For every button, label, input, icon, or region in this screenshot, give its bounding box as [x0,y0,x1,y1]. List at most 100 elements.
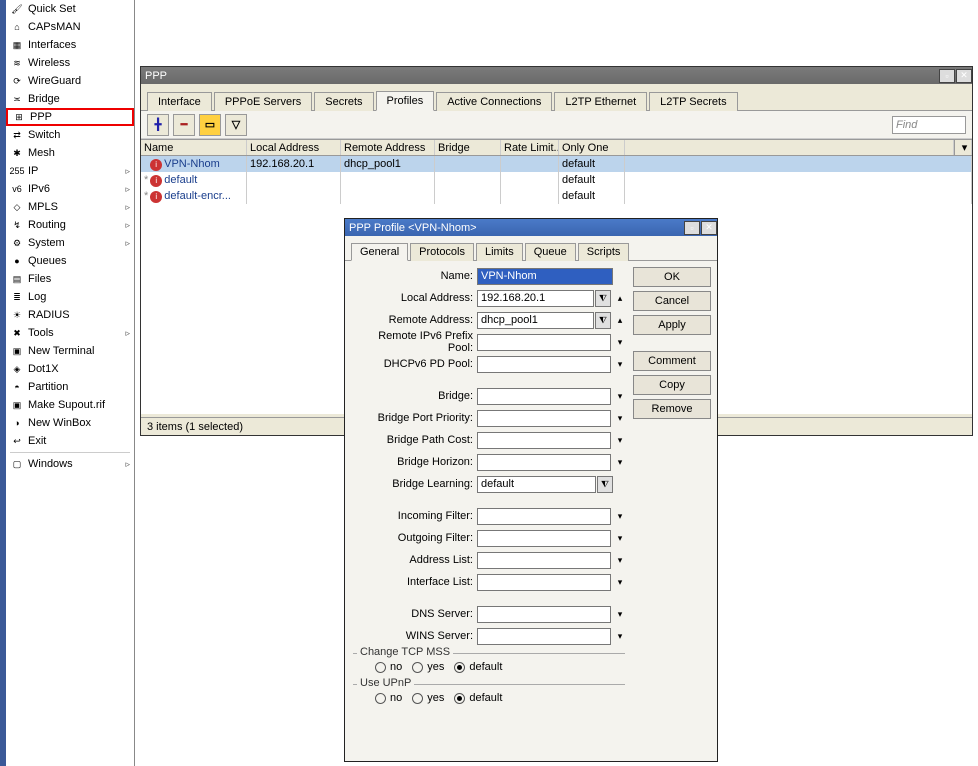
dropdown-icon[interactable]: ⧨ [595,312,611,329]
sidebar-item-quick-set[interactable]: 🖌Quick Set [6,0,134,18]
bridge-input[interactable] [477,388,611,405]
bridge-path-cost-input[interactable] [477,432,611,449]
expand-icon[interactable]: ▾ [613,508,627,525]
dhcpv6-input[interactable] [477,356,611,373]
outgoing-filter-input[interactable] [477,530,611,547]
remove-button[interactable]: Remove [633,399,711,419]
dlg-tab-protocols[interactable]: Protocols [410,243,474,261]
sidebar-item-switch[interactable]: ⇄Switch [6,126,134,144]
expand-icon[interactable]: ▾ [613,552,627,569]
sidebar-item-system[interactable]: ⚙System▹ [6,234,134,252]
close-icon[interactable]: ✕ [956,69,972,83]
expand-icon[interactable]: ▴ [613,290,627,307]
sidebar-item-wireless[interactable]: ≋Wireless [6,54,134,72]
sidebar-item-dot1x[interactable]: ◈Dot1X [6,360,134,378]
sidebar-item-ipv6[interactable]: v6IPv6▹ [6,180,134,198]
table-row[interactable]: iVPN-Nhom192.168.20.1dhcp_pool1default [141,156,972,172]
sidebar-item-ppp[interactable]: ⊞PPP [6,108,134,126]
tab-l2tp-secrets[interactable]: L2TP Secrets [649,92,737,111]
sidebar-item-partition[interactable]: ◓Partition [6,378,134,396]
column-header[interactable]: Local Address [247,140,341,155]
radio-radio_no[interactable] [375,662,386,673]
expand-icon[interactable]: ▾ [613,606,627,623]
comment-button[interactable]: ▭ [199,114,221,136]
bridge-learning-input[interactable]: default [477,476,596,493]
dropdown-icon[interactable]: ⧨ [595,290,611,307]
radio-radio_yes[interactable] [412,662,423,673]
address-list-input[interactable] [477,552,611,569]
expand-icon[interactable]: ▾ [613,388,627,405]
dlg-tab-scripts[interactable]: Scripts [578,243,630,261]
sidebar-item-new-terminal[interactable]: ▣New Terminal [6,342,134,360]
name-input[interactable]: VPN-Nhom [477,268,613,285]
expand-icon[interactable]: ▾ [613,454,627,471]
column-header[interactable]: Name [141,140,247,155]
sidebar-item-exit[interactable]: ↩Exit [6,432,134,450]
filter-button[interactable]: ▽ [225,114,247,136]
tab-profiles[interactable]: Profiles [376,91,435,111]
sidebar-item-capsman[interactable]: ⌂CAPsMAN [6,18,134,36]
sidebar-item-ip[interactable]: 255IP▹ [6,162,134,180]
bridge-port-priority-input[interactable] [477,410,611,427]
cancel-button[interactable]: Cancel [633,291,711,311]
minimize-icon[interactable]: ▫ [939,69,955,83]
dlg-tab-queue[interactable]: Queue [525,243,576,261]
interface-list-input[interactable] [477,574,611,591]
sidebar-item-new-winbox[interactable]: ◑New WinBox [6,414,134,432]
sidebar-item-mpls[interactable]: ◇MPLS▹ [6,198,134,216]
column-header[interactable]: Remote Address [341,140,435,155]
comment-button[interactable]: Comment [633,351,711,371]
sidebar-item-windows[interactable]: ▢Windows▹ [6,455,134,473]
copy-button[interactable]: Copy [633,375,711,395]
sidebar-item-radius[interactable]: ☀RADIUS [6,306,134,324]
remove-button[interactable]: ━ [173,114,195,136]
ok-button[interactable]: OK [633,267,711,287]
ipv6-pool-input[interactable] [477,334,611,351]
bridge-horizon-input[interactable] [477,454,611,471]
expand-icon[interactable]: ▾ [613,432,627,449]
dlg-tab-general[interactable]: General [351,243,408,261]
remote-address-input[interactable]: dhcp_pool1 [477,312,594,329]
sidebar-item-bridge[interactable]: ≍Bridge [6,90,134,108]
find-input[interactable]: Find [892,116,966,134]
expand-icon[interactable]: ▾ [613,410,627,427]
local-address-input[interactable]: 192.168.20.1 [477,290,594,307]
dlg-tab-limits[interactable]: Limits [476,243,523,261]
expand-icon[interactable]: ▾ [613,530,627,547]
sidebar-item-interfaces[interactable]: ▦Interfaces [6,36,134,54]
sidebar-item-wireguard[interactable]: ⟳WireGuard [6,72,134,90]
table-row[interactable]: *idefault-encr...default [141,188,972,204]
sidebar-item-tools[interactable]: ✖Tools▹ [6,324,134,342]
tab-secrets[interactable]: Secrets [314,92,373,111]
expand-icon[interactable]: ▾ [613,628,627,645]
sidebar-item-mesh[interactable]: ✱Mesh [6,144,134,162]
sidebar-item-make-supout-rif[interactable]: ▣Make Supout.rif [6,396,134,414]
dns-server-input[interactable] [477,606,611,623]
minimize-icon[interactable]: ▫ [684,221,700,235]
columns-dropdown-icon[interactable]: ▾ [954,140,972,155]
radio-radio_default[interactable] [454,662,465,673]
sidebar-item-files[interactable]: ▤Files [6,270,134,288]
expand-icon[interactable]: ▾ [613,356,627,373]
dropdown-icon[interactable]: ⧨ [597,476,613,493]
tab-interface[interactable]: Interface [147,92,212,111]
radio-radio_default[interactable] [454,693,465,704]
radio-radio_yes[interactable] [412,693,423,704]
apply-button[interactable]: Apply [633,315,711,335]
tab-l2tp-ethernet[interactable]: L2TP Ethernet [554,92,647,111]
expand-icon[interactable]: ▴ [613,312,627,329]
expand-icon[interactable]: ▾ [613,574,627,591]
column-header[interactable]: Bridge [435,140,501,155]
add-button[interactable]: ╋ [147,114,169,136]
table-row[interactable]: *idefaultdefault [141,172,972,188]
tab-pppoe-servers[interactable]: PPPoE Servers [214,92,312,111]
wins-server-input[interactable] [477,628,611,645]
column-header[interactable]: Only One [559,140,625,155]
expand-icon[interactable]: ▾ [613,334,627,351]
sidebar-item-queues[interactable]: ●Queues [6,252,134,270]
sidebar-item-log[interactable]: ≣Log [6,288,134,306]
column-header[interactable]: Rate Limit... [501,140,559,155]
tab-active-connections[interactable]: Active Connections [436,92,552,111]
sidebar-item-routing[interactable]: ↯Routing▹ [6,216,134,234]
incoming-filter-input[interactable] [477,508,611,525]
